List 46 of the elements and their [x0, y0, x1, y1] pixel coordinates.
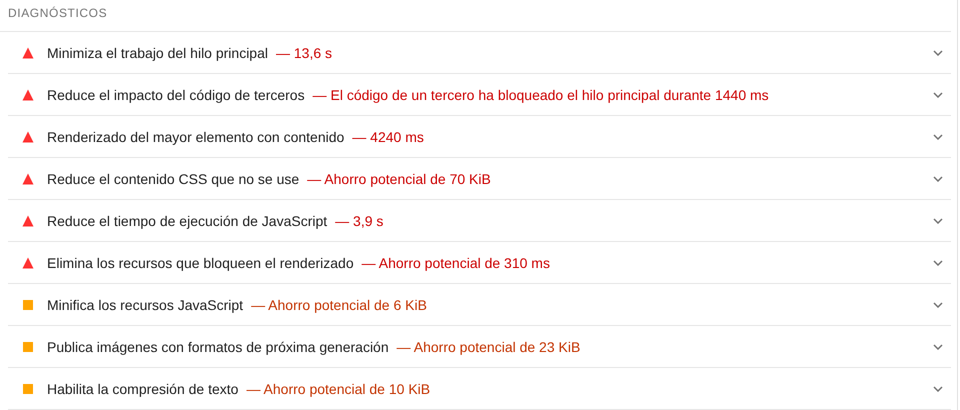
chevron-icon[interactable]: [933, 176, 943, 182]
audit-row[interactable]: Renderizado del mayor elemento con contenido — 4240 ms: [8, 116, 951, 158]
audit-detail: — Ahorro potencial de 10 KiB: [246, 380, 430, 396]
audit-title: Reduce el contenido CSS que no se use: [47, 170, 300, 186]
triangle-icon: [22, 130, 34, 142]
chevron-icon[interactable]: [933, 260, 943, 266]
audit-detail: — El código de un tercero ha bloqueado el hilo principal durante 1440 ms: [312, 86, 769, 102]
section-title: DIAGNÓSTICOS: [0, 0, 951, 32]
triangle-icon: [22, 214, 34, 226]
audit-title: Elimina los recursos que bloqueen el renderizado: [47, 254, 354, 270]
audit-row[interactable]: Reduce el impacto del código de terceros — El código de un tercero ha bloqueado el hilo principal durante 1440 ms: [8, 74, 951, 116]
audit-row[interactable]: Elimina los recursos que bloqueen el renderizado — Ahorro potencial de 310 ms: [8, 242, 951, 284]
chevron-icon[interactable]: [933, 134, 943, 140]
audit-detail: — Ahorro potencial de 70 KiB: [307, 170, 491, 186]
chevron-icon[interactable]: [933, 92, 943, 98]
triangle-icon: [22, 172, 34, 184]
chevron-icon[interactable]: [933, 50, 943, 56]
audit-title: Publica imágenes con formatos de próxima generación: [47, 338, 389, 354]
audit-row[interactable]: Minifica los recursos JavaScript — Ahorro potencial de 6 KiB: [8, 284, 951, 326]
square-icon: [23, 384, 33, 394]
chevron-icon[interactable]: [933, 344, 943, 350]
audit-title: Minifica los recursos JavaScript: [47, 296, 244, 312]
chevron-icon[interactable]: [933, 302, 943, 308]
audit-title: Renderizado del mayor elemento con contenido: [47, 128, 344, 144]
audit-title: Reduce el impacto del código de terceros: [47, 86, 305, 102]
audit-detail: — Ahorro potencial de 23 KiB: [396, 338, 580, 354]
audit-row[interactable]: Minimiza el trabajo del hilo principal — 13,6 s: [8, 32, 951, 74]
audit-row[interactable]: Reduce el tiempo de ejecución de JavaScript — 3,9 s: [8, 200, 951, 242]
triangle-icon: [22, 46, 34, 58]
square-icon: [23, 300, 33, 310]
audit-title: Reduce el tiempo de ejecución de JavaScript: [47, 212, 328, 228]
audit-title: Habilita la compresión de texto: [47, 380, 238, 396]
audit-detail: — 13,6 s: [276, 44, 332, 60]
audit-detail: — Ahorro potencial de 6 KiB: [251, 296, 427, 312]
triangle-icon: [22, 88, 34, 100]
chevron-icon[interactable]: [933, 386, 943, 392]
audit-title: Minimiza el trabajo del hilo principal: [47, 44, 268, 60]
audit-detail: — Ahorro potencial de 310 ms: [362, 254, 550, 270]
audit-detail: — 4240 ms: [352, 128, 424, 144]
audit-row[interactable]: Publica imágenes con formatos de próxima generación — Ahorro potencial de 23 KiB: [8, 326, 951, 368]
audit-row[interactable]: Reduce el contenido CSS que no se use — Ahorro potencial de 70 KiB: [8, 158, 951, 200]
square-icon: [23, 342, 33, 352]
chevron-icon[interactable]: [933, 218, 943, 224]
triangle-icon: [22, 256, 34, 268]
audit-row[interactable]: Habilita la compresión de texto — Ahorro potencial de 10 KiB: [8, 368, 951, 410]
audit-detail: — 3,9 s: [335, 212, 384, 228]
